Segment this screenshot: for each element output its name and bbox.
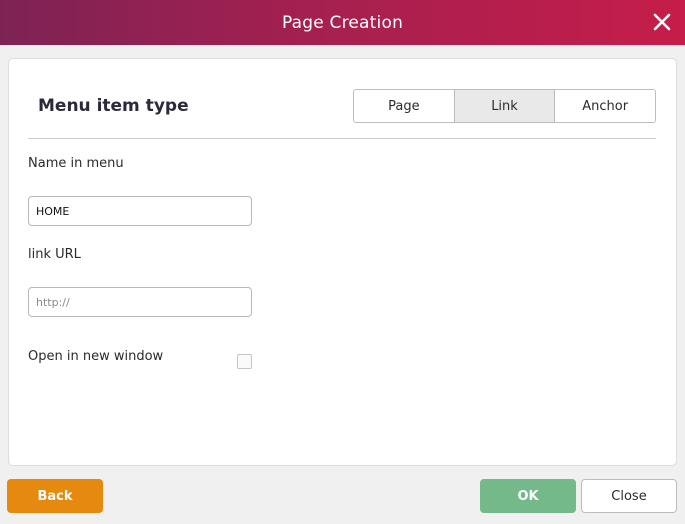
back-button[interactable]: Back — [7, 479, 103, 513]
open-new-window-label: Open in new window — [28, 349, 164, 364]
menu-type-selector: Page Link Anchor — [353, 89, 656, 123]
name-in-menu-input[interactable] — [28, 196, 252, 226]
link-url-label: link URL — [28, 247, 81, 262]
ok-button[interactable]: OK — [480, 479, 576, 513]
form-panel: Menu item type Page Link Anchor Name in … — [8, 58, 677, 466]
open-new-window-checkbox[interactable] — [237, 354, 252, 369]
close-button[interactable]: Close — [581, 479, 677, 513]
menu-item-type-heading: Menu item type — [38, 96, 189, 116]
menu-type-anchor[interactable]: Anchor — [554, 90, 655, 122]
close-icon[interactable] — [649, 9, 675, 35]
link-url-input[interactable] — [28, 287, 252, 317]
dialog-title: Page Creation — [281, 12, 404, 33]
menu-type-link[interactable]: Link — [453, 90, 555, 122]
dialog-titlebar: Page Creation — [0, 0, 685, 45]
name-in-menu-label: Name in menu — [28, 156, 124, 171]
menu-type-page[interactable]: Page — [354, 90, 454, 122]
header-divider — [28, 138, 656, 139]
